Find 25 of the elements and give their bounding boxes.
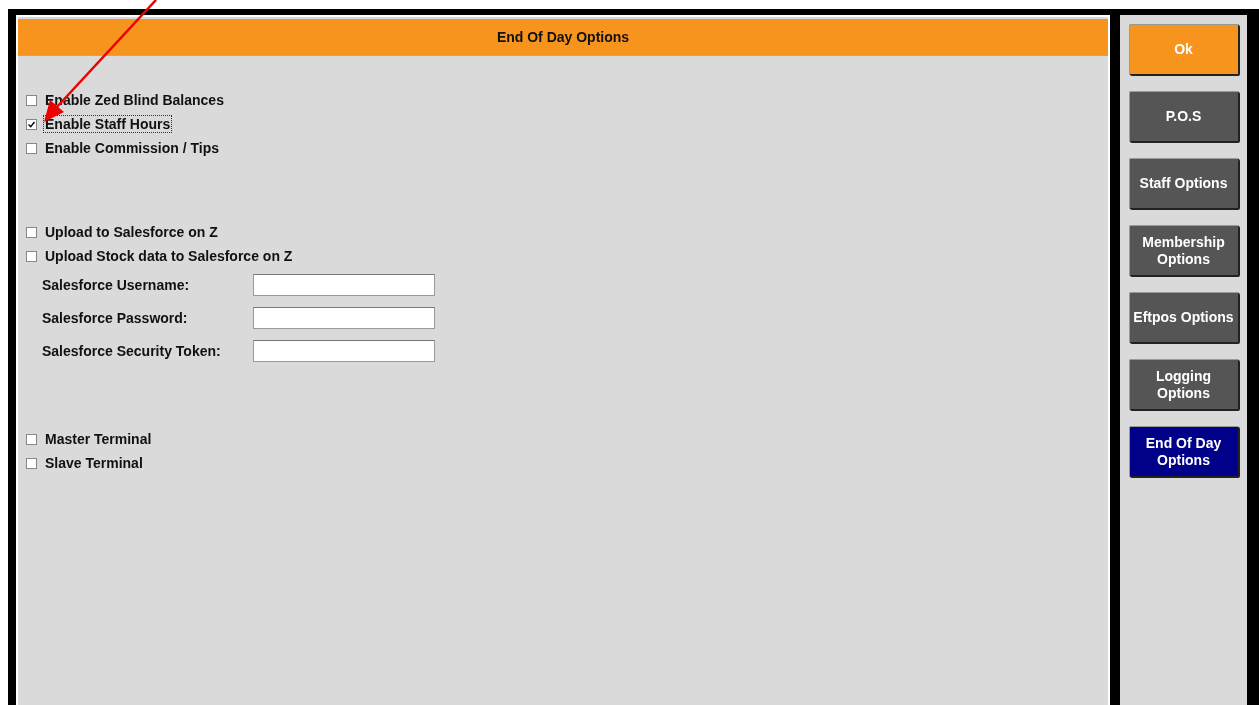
checkbox[interactable] [26, 433, 37, 445]
checkbox[interactable] [26, 118, 37, 130]
checkbox[interactable] [26, 142, 37, 154]
nav-button[interactable]: End Of Day Options [1128, 426, 1239, 477]
checkbox-label[interactable]: Upload to Salesforce on Z [43, 223, 220, 241]
checkbox-label[interactable]: Master Terminal [43, 430, 154, 448]
input-field[interactable] [253, 306, 435, 329]
nav-button[interactable]: Membership Options [1128, 225, 1239, 276]
nav-button[interactable]: Logging Options [1128, 359, 1239, 410]
input-field[interactable] [253, 273, 435, 296]
checkbox[interactable] [26, 94, 37, 106]
nav-button[interactable]: Staff Options [1128, 158, 1239, 209]
nav-button[interactable]: P.O.S [1128, 91, 1239, 142]
checkbox[interactable] [26, 250, 37, 262]
checkbox[interactable] [26, 226, 37, 238]
field-label: Salesforce Password: [42, 309, 189, 326]
field-label: Salesforce Username: [42, 276, 191, 293]
input-field[interactable] [253, 339, 435, 362]
checkbox-label[interactable]: Slave Terminal [43, 454, 145, 472]
checkbox-label[interactable]: Upload Stock data to Salesforce on Z [43, 247, 295, 265]
checkbox[interactable] [26, 457, 37, 469]
panel-title: End Of Day Options [18, 19, 1108, 56]
checkbox-label[interactable]: Enable Commission / Tips [43, 139, 221, 157]
nav-button[interactable]: Eftpos Options [1128, 292, 1239, 343]
field-label: Salesforce Security Token: [42, 342, 222, 359]
